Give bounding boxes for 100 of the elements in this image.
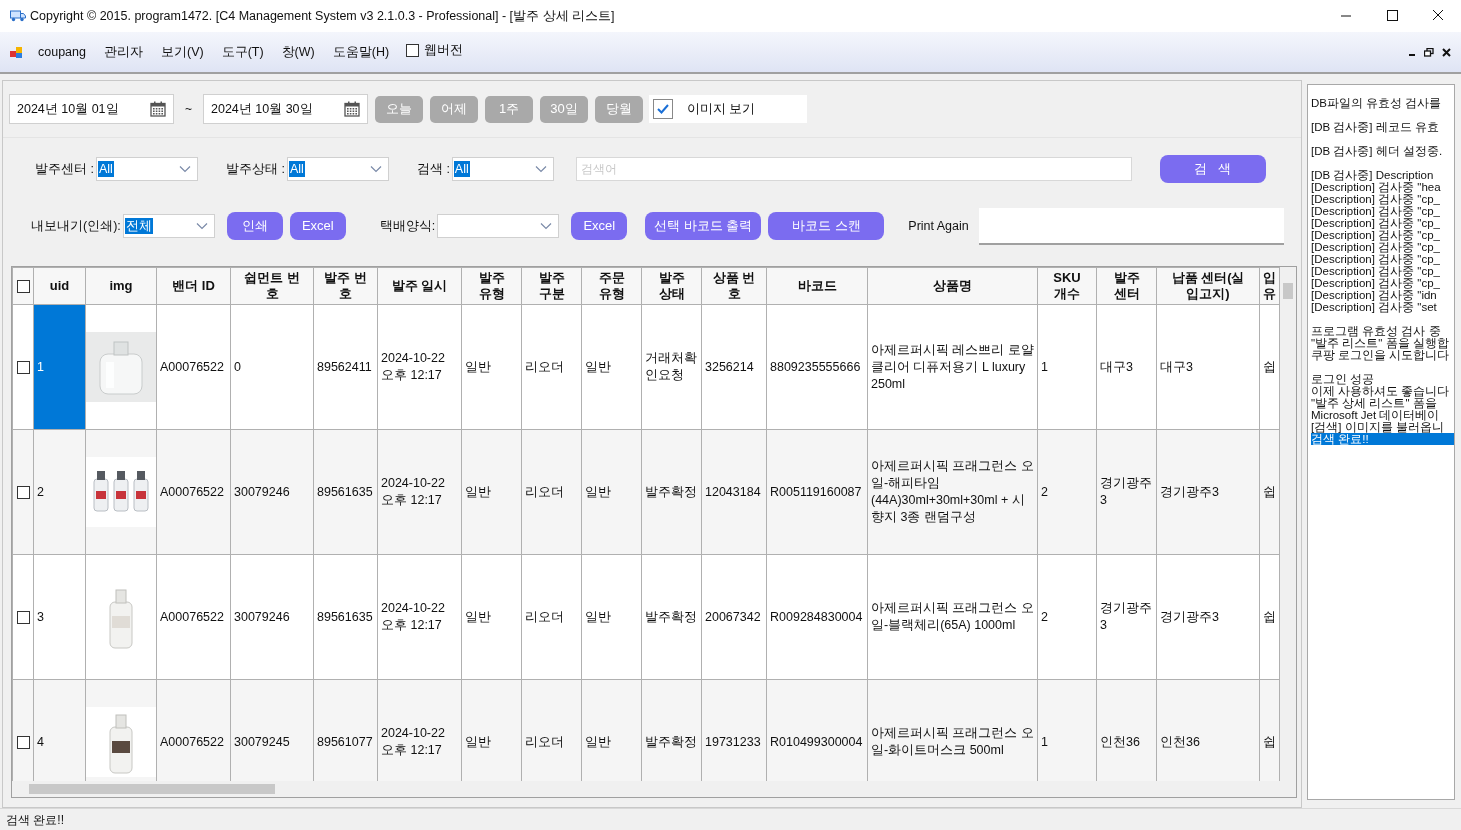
horizontal-scrollbar[interactable] — [12, 781, 1296, 797]
table-cell: 89561635 — [313, 554, 378, 680]
table-cell: 일반 — [581, 429, 642, 555]
column-header[interactable]: 바코드 — [766, 267, 868, 305]
close-icon[interactable] — [1442, 47, 1451, 57]
table-cell[interactable]: 3 — [33, 554, 86, 680]
log-line: [Description] 검사중 "cp_ — [1311, 205, 1441, 217]
print-again-field[interactable] — [978, 207, 1284, 245]
column-header[interactable]: 상품명 — [867, 267, 1038, 305]
export-label: 내보내기(인쇄): — [31, 217, 121, 235]
row-checkbox[interactable] — [16, 610, 30, 624]
table-cell: 2024-10-22 오후 12:17 — [377, 304, 462, 430]
vertical-scrollbar[interactable] — [1280, 267, 1296, 781]
search-button[interactable]: 검 색 — [1159, 155, 1266, 183]
filter-label: 검색 : — [416, 160, 450, 178]
log-line: 로그인 성공 — [1311, 373, 1376, 385]
log-line: [Description] 검사중 "cp_ — [1311, 265, 1441, 277]
restore-icon[interactable] — [1424, 47, 1434, 57]
table-cell: 아제르퍼시픽 프래그런스 오일-해피타임 (44A)30ml+30ml+30ml + 시향지 3종 랜덤구성 — [867, 429, 1038, 555]
log-line: 쿠팡 로그인을 시도합니다 — [1311, 349, 1451, 361]
log-line: 프로그램 유효성 검사 중 — [1311, 325, 1442, 337]
calendar-icon[interactable] — [150, 101, 166, 117]
barcode-button[interactable]: 선택 바코드 출력 — [645, 212, 762, 240]
table-cell: R009284830004 — [766, 554, 868, 680]
log-line: Microsoft Jet 데이터베이 — [1311, 409, 1441, 421]
table-cell: 12043184 — [701, 429, 767, 555]
column-header[interactable]: 입 유 — [1259, 267, 1280, 305]
check-icon — [656, 102, 670, 116]
table-cell[interactable]: 1 — [33, 304, 86, 430]
filter-label: 발주상태 : — [225, 160, 285, 178]
column-header[interactable]: 발주 유형 — [461, 267, 522, 305]
checkbox[interactable] — [406, 43, 420, 57]
excel-button[interactable]: Excel — [571, 212, 628, 240]
dropdown[interactable]: All — [95, 157, 198, 181]
status-text: 검색 완료!! — [6, 811, 64, 829]
calendar-icon[interactable] — [344, 101, 360, 117]
courier-label: 택배양식: — [379, 217, 436, 235]
column-header[interactable]: 발주 상태 — [641, 267, 702, 305]
table-cell: 일반 — [461, 554, 522, 680]
table-cell: 리오더 — [521, 304, 582, 430]
column-header[interactable]: 발주 센터 — [1096, 267, 1157, 305]
table-cell: 일반 — [581, 304, 642, 430]
table-cell: 발주확정 — [641, 429, 702, 555]
range-separator: ~ — [184, 101, 193, 118]
table-cell: 대구3 — [1156, 304, 1260, 430]
column-header[interactable]: 밴더 ID — [156, 267, 231, 305]
menu-item[interactable]: 창(W) — [272, 42, 324, 62]
table-cell: 20067342 — [701, 554, 767, 680]
checkbox[interactable] — [16, 279, 30, 293]
date-field[interactable]: 2024년 10월 01일 — [9, 94, 174, 124]
export-button[interactable]: Excel — [289, 212, 346, 240]
table-cell: 8809235555666 — [766, 304, 868, 430]
log-line: [DB 검사중] 레코드 유효 — [1311, 121, 1440, 133]
table-cell: 30079246 — [230, 554, 314, 680]
dropdown[interactable]: All — [451, 157, 554, 181]
truck-icon — [10, 10, 26, 22]
log-line: [Description] 검사중 "hea — [1311, 181, 1442, 193]
column-header[interactable]: 주문 유형 — [581, 267, 642, 305]
column-header[interactable]: 상품 번호 — [701, 267, 767, 305]
log-line: [Description] 검사중 "cp_ — [1311, 193, 1441, 205]
filter-label: 발주센터 : — [35, 160, 94, 178]
table-cell: 30079246 — [230, 429, 314, 555]
dropdown[interactable]: 전체 — [122, 214, 215, 238]
date-field[interactable]: 2024년 10월 30일 — [203, 94, 368, 124]
table-cell[interactable]: 2 — [33, 429, 86, 555]
menu-item[interactable]: 도구(T) — [212, 42, 273, 62]
export-button[interactable]: 인쇄 — [226, 212, 283, 240]
table-cell: 3256214 — [701, 304, 767, 430]
column-header[interactable]: uid — [33, 267, 86, 305]
table-cell: 0 — [230, 304, 314, 430]
barcode-button[interactable]: 바코드 스캔 — [768, 212, 885, 240]
log-line: [Description] 검사중 "cp_ — [1311, 277, 1441, 289]
column-header[interactable]: 발주 구분 — [521, 267, 582, 305]
menu-item[interactable]: coupang — [29, 42, 95, 62]
window-title: Copyright © 2015. program1472. [C4 Management System v3 2.1.0.3 - Professional] - [발주 상세 리스트] — [30, 7, 615, 25]
column-header[interactable]: SKU 개수 — [1037, 267, 1097, 305]
table-cell: 쉽 — [1259, 304, 1280, 430]
row-checkbox[interactable] — [16, 735, 30, 749]
log-line: [Description] 검사중 "cp_ — [1311, 217, 1441, 229]
row-checkbox[interactable] — [16, 360, 30, 374]
table-cell: 경기광주3 — [1096, 554, 1157, 680]
column-header[interactable]: 납품 센터(실 입고지) — [1156, 267, 1260, 305]
table-cell: 일반 — [461, 429, 522, 555]
menu-item[interactable]: 보기(V) — [151, 42, 213, 62]
menu-item[interactable]: 관리자 — [94, 42, 152, 62]
column-header[interactable]: 쉽먼트 번호 — [230, 267, 314, 305]
caret-icon — [540, 222, 553, 230]
table-cell: 89561635 — [313, 429, 378, 555]
checkbox[interactable] — [653, 99, 673, 119]
log-line: [Description] 검사중 "cp_ — [1311, 253, 1441, 265]
column-header[interactable]: 발주 일시 — [377, 267, 462, 305]
table-cell: 거래처확인요청 — [641, 304, 702, 430]
dropdown[interactable]: All — [286, 157, 389, 181]
log-line: [Description] 검사중 "set — [1311, 301, 1438, 313]
table-cell: 경기광주3 — [1156, 554, 1260, 680]
column-header[interactable]: 발주 번호 — [313, 267, 378, 305]
row-checkbox[interactable] — [16, 485, 30, 499]
column-header[interactable]: img — [85, 267, 157, 305]
menu-item[interactable]: 도움말(H) — [323, 42, 399, 62]
app-icon[interactable] — [10, 45, 23, 59]
